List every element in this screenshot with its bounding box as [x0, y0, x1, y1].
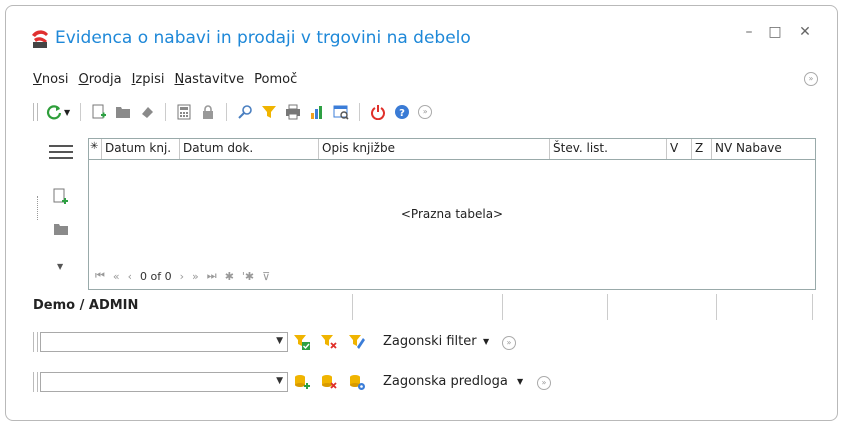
record-counter: 0 of 0 — [140, 269, 172, 283]
status-separator — [352, 294, 353, 320]
column-header-v[interactable]: V — [667, 139, 692, 159]
chevron-down-icon[interactable]: ▼ — [276, 376, 283, 386]
toolbar-separator — [165, 103, 167, 121]
filter-options-icon[interactable]: » — [502, 336, 516, 350]
side-dropdown-icon[interactable]: ▼ — [57, 262, 63, 271]
append-record-icon[interactable]: ✱ — [225, 270, 234, 283]
template-grip[interactable] — [33, 372, 38, 392]
next-page-icon[interactable]: » — [192, 270, 199, 283]
filter-clear-icon[interactable] — [320, 333, 338, 351]
refresh-icon[interactable] — [46, 104, 62, 120]
menu-nastavitve[interactable]: Nastavitve — [174, 72, 244, 87]
toolbar-grip[interactable] — [33, 103, 38, 121]
template-dropdown-icon[interactable]: ▼ — [517, 377, 523, 386]
filter-apply-icon[interactable] — [293, 333, 311, 351]
empty-table-text: <Prazna tabela> — [400, 207, 504, 221]
status-separator — [607, 294, 608, 320]
print-icon[interactable] — [285, 104, 301, 120]
toolbar-separator — [80, 103, 82, 121]
eraser-icon[interactable] — [139, 104, 155, 120]
chart-icon[interactable] — [309, 104, 325, 120]
report-preview-icon[interactable] — [333, 104, 349, 120]
column-header-select[interactable]: ✳ — [89, 139, 102, 159]
template-add-icon[interactable] — [293, 373, 311, 391]
prev-page-icon[interactable]: « — [113, 270, 120, 283]
status-bar: Demo / ADMIN — [33, 298, 833, 320]
power-icon[interactable] — [370, 104, 386, 120]
close-button[interactable]: ✕ — [794, 24, 816, 40]
menu-options-icon[interactable]: » — [804, 72, 818, 86]
grid-menu-icon[interactable] — [49, 145, 73, 159]
column-header-z[interactable]: Z — [692, 139, 712, 159]
column-header-stev-list[interactable]: Štev. list. — [550, 139, 667, 159]
filter-grip[interactable] — [33, 332, 38, 352]
menu-izpisi[interactable]: Izpisi — [132, 72, 165, 87]
grid-navigator: ⏮ « ‹ 0 of 0 › » ⏭ ✱ '✱ ⊽ — [95, 269, 270, 283]
toolbar-separator — [359, 103, 361, 121]
refresh-dropdown-icon[interactable]: ▼ — [64, 108, 70, 117]
search-icon[interactable] — [237, 104, 253, 120]
chevron-down-icon[interactable]: ▼ — [276, 336, 283, 346]
first-record-icon[interactable]: ⏮ — [95, 269, 105, 283]
help-icon[interactable]: ? — [394, 104, 410, 120]
menu-vnosi[interactable]: Vnosi — [33, 72, 68, 87]
grid-header: ✳ Datum knj. Datum dok. Opis knjižbe Šte… — [89, 139, 815, 160]
window-title: Evidenca o nabavi in prodaji v trgovini … — [55, 28, 471, 48]
filter-combo[interactable]: ▼ — [40, 332, 288, 352]
status-separator — [502, 294, 503, 320]
app-logo-icon — [32, 30, 48, 48]
template-settings-icon[interactable] — [348, 373, 366, 391]
filter-dropdown-icon[interactable]: ▼ — [483, 337, 489, 346]
svg-text:?: ? — [399, 108, 405, 119]
user-label: Demo / ADMIN — [33, 298, 139, 313]
column-header-opis[interactable]: Opis knjižbe — [319, 139, 550, 159]
side-grip — [37, 196, 39, 220]
last-record-icon[interactable]: ⏭ — [207, 269, 217, 283]
zagonski-filter-button[interactable]: Zagonski filter — [383, 334, 477, 349]
column-header-datum-knj[interactable]: Datum knj. — [102, 139, 180, 159]
menu-bar: Vnosi Orodja Izpisi Nastavitve Pomoč — [33, 72, 297, 87]
filter-edit-icon[interactable] — [348, 333, 366, 351]
status-separator — [812, 294, 813, 320]
filter-record-icon[interactable]: ⊽ — [262, 270, 270, 283]
zagonska-predloga-button[interactable]: Zagonska predloga — [383, 374, 508, 389]
filter-icon[interactable] — [261, 104, 277, 120]
template-combo[interactable]: ▼ — [40, 372, 288, 392]
new-record-icon[interactable] — [53, 188, 69, 206]
data-grid[interactable]: ✳ Datum knj. Datum dok. Opis knjižbe Šte… — [88, 138, 816, 290]
calculator-icon[interactable] — [176, 104, 192, 120]
open-folder-icon[interactable] — [115, 104, 131, 120]
new-document-icon[interactable] — [91, 104, 107, 120]
menu-pomoc[interactable]: Pomoč — [254, 72, 297, 87]
column-header-datum-dok[interactable]: Datum dok. — [180, 139, 319, 159]
open-record-icon[interactable] — [53, 222, 69, 236]
toolbar-separator — [226, 103, 228, 121]
edit-record-icon[interactable]: '✱ — [242, 270, 254, 283]
lock-icon[interactable] — [200, 104, 216, 120]
prev-record-icon[interactable]: ‹ — [128, 270, 132, 283]
column-header-nv-nabave[interactable]: NV Nabave — [712, 139, 815, 159]
toolbar-options-icon[interactable]: » — [418, 105, 433, 119]
toolbar: ▼ ? » — [33, 101, 433, 123]
next-record-icon[interactable]: › — [180, 270, 184, 283]
status-separator — [716, 294, 717, 320]
template-delete-icon[interactable] — [320, 373, 338, 391]
menu-orodja[interactable]: Orodja — [78, 72, 121, 87]
template-options-icon[interactable]: » — [537, 376, 551, 390]
minimize-button[interactable]: – — [738, 24, 760, 40]
maximize-button[interactable]: □ — [764, 24, 786, 40]
